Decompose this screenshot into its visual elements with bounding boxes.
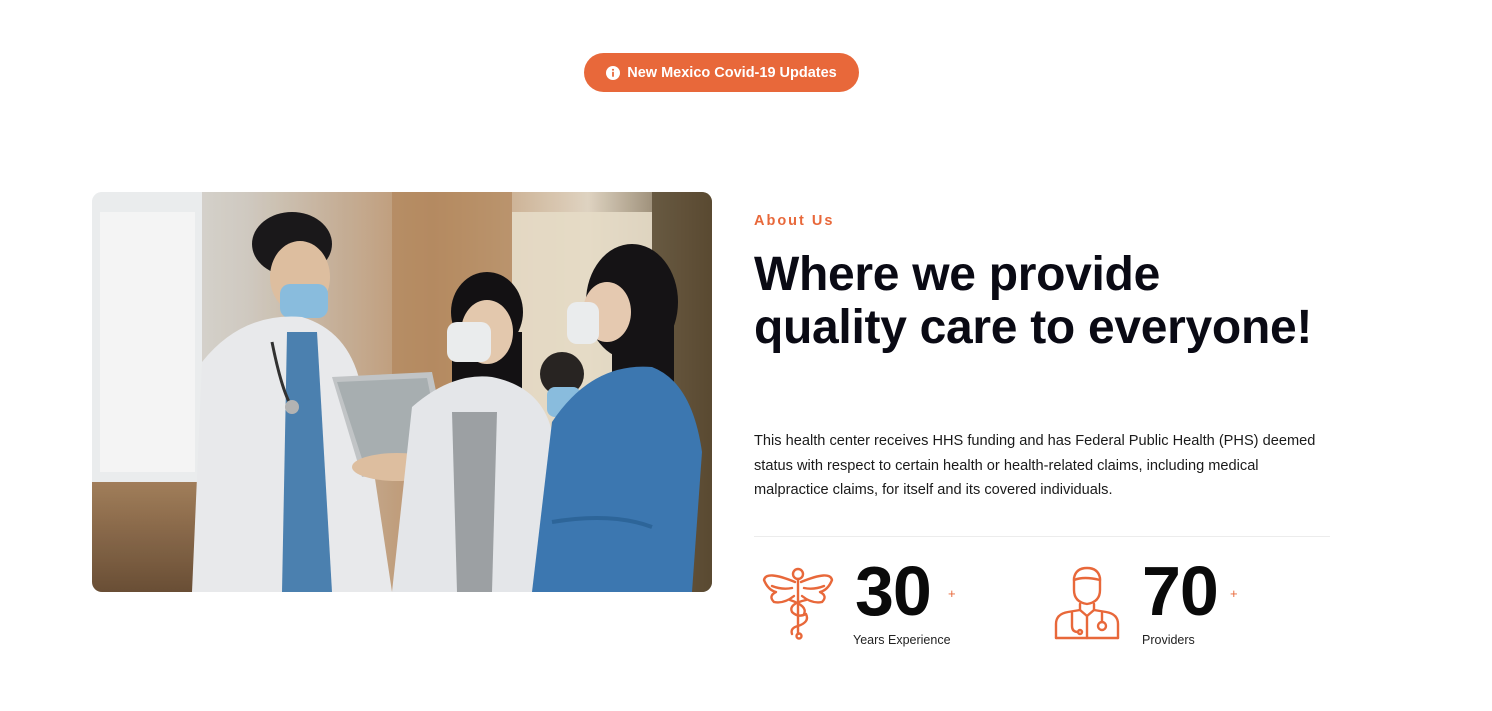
stat-plus: + [948, 586, 956, 601]
divider [754, 536, 1330, 537]
stat-number: 30 [855, 552, 932, 630]
about-description: This health center receives HHS funding … [754, 433, 1316, 498]
caduceus-icon [762, 566, 834, 645]
page-title: Where we provide quality care to everyon… [754, 248, 1313, 354]
covid-updates-button[interactable]: New Mexico Covid-19 Updates [584, 53, 859, 92]
doctor-icon [1054, 566, 1120, 645]
info-circle-icon [606, 65, 621, 80]
stat-label: Years Experience [853, 633, 951, 647]
stat-number: 70 [1142, 552, 1219, 630]
medical-staff-photo [92, 192, 712, 592]
stat-label: Providers [1142, 633, 1195, 647]
covid-updates-label: New Mexico Covid-19 Updates [627, 64, 837, 81]
stat-plus: + [1230, 586, 1238, 601]
stat-providers: 70 + Providers [1054, 556, 1284, 650]
stat-years-experience: 30 + Years Experience [762, 556, 992, 650]
about-us-eyebrow: About Us [754, 213, 835, 229]
